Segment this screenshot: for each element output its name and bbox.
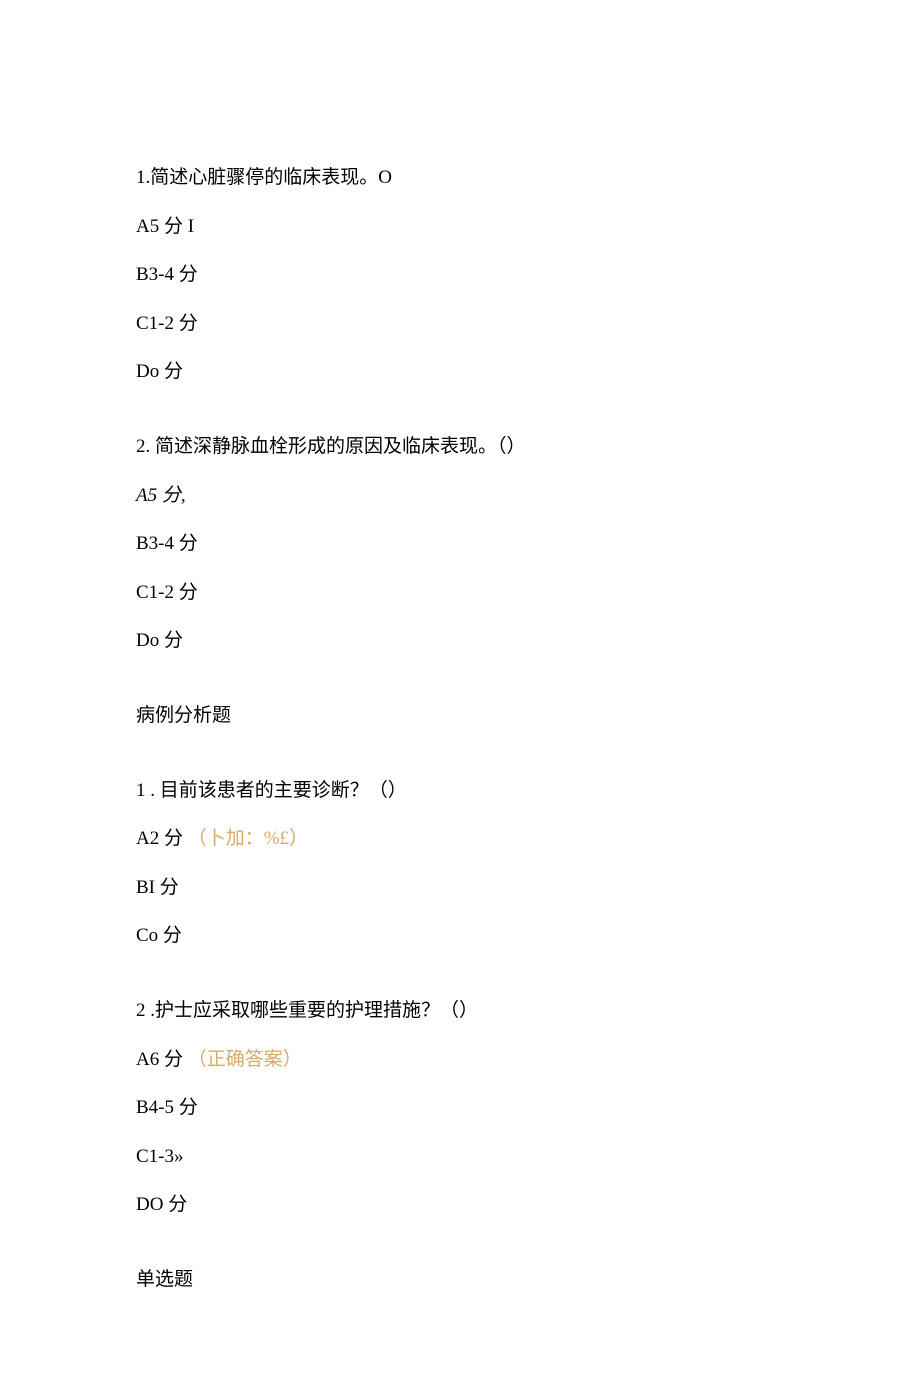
q3-option-a-annotation: （卜加：%£） xyxy=(188,828,308,849)
q4-option-a: A6 分 （正确答案） xyxy=(136,1047,820,1074)
q1-option-c: C1-2 分 xyxy=(136,311,820,338)
q1-option-d: Do 分 xyxy=(136,359,820,386)
q2-option-b: B3-4 分 xyxy=(136,531,820,558)
q4-prompt: 2 .护士应采取哪些重要的护理措施？（） xyxy=(136,998,820,1025)
q2-option-a: A5 分, xyxy=(136,483,820,510)
q4-option-d: DO 分 xyxy=(136,1192,820,1219)
q4-option-b: B4-5 分 xyxy=(136,1095,820,1122)
q3-option-c: Co 分 xyxy=(136,923,820,950)
q2-prompt: 2. 简述深静脉血栓形成的原因及临床表现。（） xyxy=(136,434,820,461)
section-case-title: 病例分析题 xyxy=(136,703,820,730)
q3-option-a-text: A2 分 xyxy=(136,828,183,849)
q4-option-a-text: A6 分 xyxy=(136,1049,183,1070)
q3-option-a: A2 分 （卜加：%£） xyxy=(136,826,820,853)
q3-prompt: 1 . 目前该患者的主要诊断？（） xyxy=(136,778,820,805)
q2-option-d: Do 分 xyxy=(136,628,820,655)
q4-option-c: C1-3» xyxy=(136,1144,820,1171)
q2-option-c: C1-2 分 xyxy=(136,580,820,607)
q3-option-b: BI 分 xyxy=(136,875,820,902)
q1-option-b: B3-4 分 xyxy=(136,262,820,289)
section-single-title: 单选题 xyxy=(136,1267,820,1294)
q4-option-a-annotation: （正确答案） xyxy=(188,1049,302,1070)
page: 1.简述心脏骤停的临床表现。O A5 分 I B3-4 分 C1-2 分 Do … xyxy=(0,0,920,1393)
q1-prompt: 1.简述心脏骤停的临床表现。O xyxy=(136,165,820,192)
q1-option-a: A5 分 I xyxy=(136,214,820,241)
